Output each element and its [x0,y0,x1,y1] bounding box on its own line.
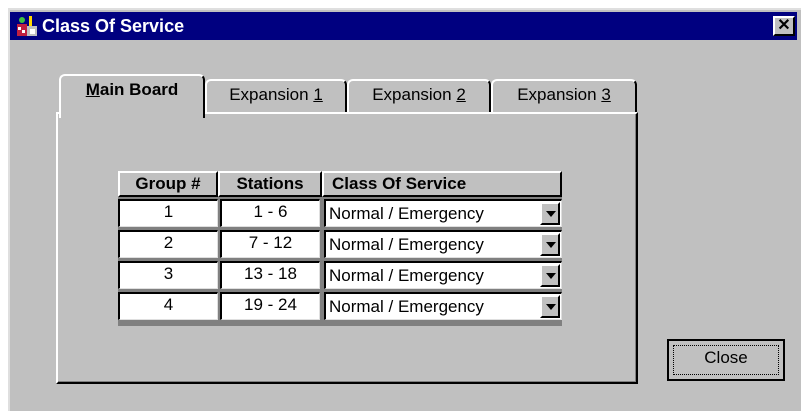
group-cell: 3 [118,261,218,289]
tab-label-prefix: Expansion [372,85,457,104]
tab-expansion-3[interactable]: Expansion 3 [491,79,637,113]
tab-label-mnemonic: M [85,80,100,99]
class-of-service-grid: Group # Stations Class Of Service 1 1 - … [118,171,562,326]
tab-label-prefix: Expansion [229,85,314,104]
tab-expansion-2[interactable]: Expansion 2 [347,79,491,113]
close-button-label: Close [704,348,748,367]
close-icon[interactable]: ✕ [773,16,795,36]
tab-label-prefix: Expansion [517,85,602,104]
class-of-service-value: Normal / Emergency [329,235,484,254]
tab-label-suffix: ain Board [99,80,179,99]
column-header-group: Group # [118,171,218,197]
tab-label-mnemonic: 3 [601,85,611,104]
dropdown-arrow-icon[interactable] [540,295,560,318]
class-of-service-value: Normal / Emergency [329,297,484,316]
tab-label-mnemonic: 2 [456,85,466,104]
class-of-service-value: Normal / Emergency [329,266,484,285]
class-of-service-dropdown[interactable]: Normal / Emergency [324,199,562,227]
group-cell: 4 [118,292,218,320]
class-of-service-dropdown[interactable]: Normal / Emergency [324,292,562,320]
column-header-stations: Stations [218,171,322,197]
class-of-service-dropdown[interactable]: Normal / Emergency [324,261,562,289]
title-bar: Class Of Service ✕ [10,12,797,40]
class-of-service-value: Normal / Emergency [329,204,484,223]
app-icon [16,15,38,37]
column-header-class-of-service: Class Of Service [322,171,562,197]
stations-cell: 1 - 6 [220,199,320,227]
tab-label-mnemonic: 1 [313,85,323,104]
group-cell: 2 [118,230,218,258]
stations-cell: 7 - 12 [220,230,320,258]
dropdown-arrow-icon[interactable] [540,233,560,256]
tab-expansion-1[interactable]: Expansion 1 [205,79,347,113]
stations-cell: 13 - 18 [220,261,320,289]
dropdown-arrow-icon[interactable] [540,264,560,287]
dropdown-arrow-icon[interactable] [540,202,560,225]
close-button[interactable]: Close [667,339,785,381]
window-title: Class Of Service [42,16,185,36]
stations-cell: 19 - 24 [220,292,320,320]
group-cell: 1 [118,199,218,227]
class-of-service-dropdown[interactable]: Normal / Emergency [324,230,562,258]
tab-main-board[interactable]: Main Board [59,74,205,118]
